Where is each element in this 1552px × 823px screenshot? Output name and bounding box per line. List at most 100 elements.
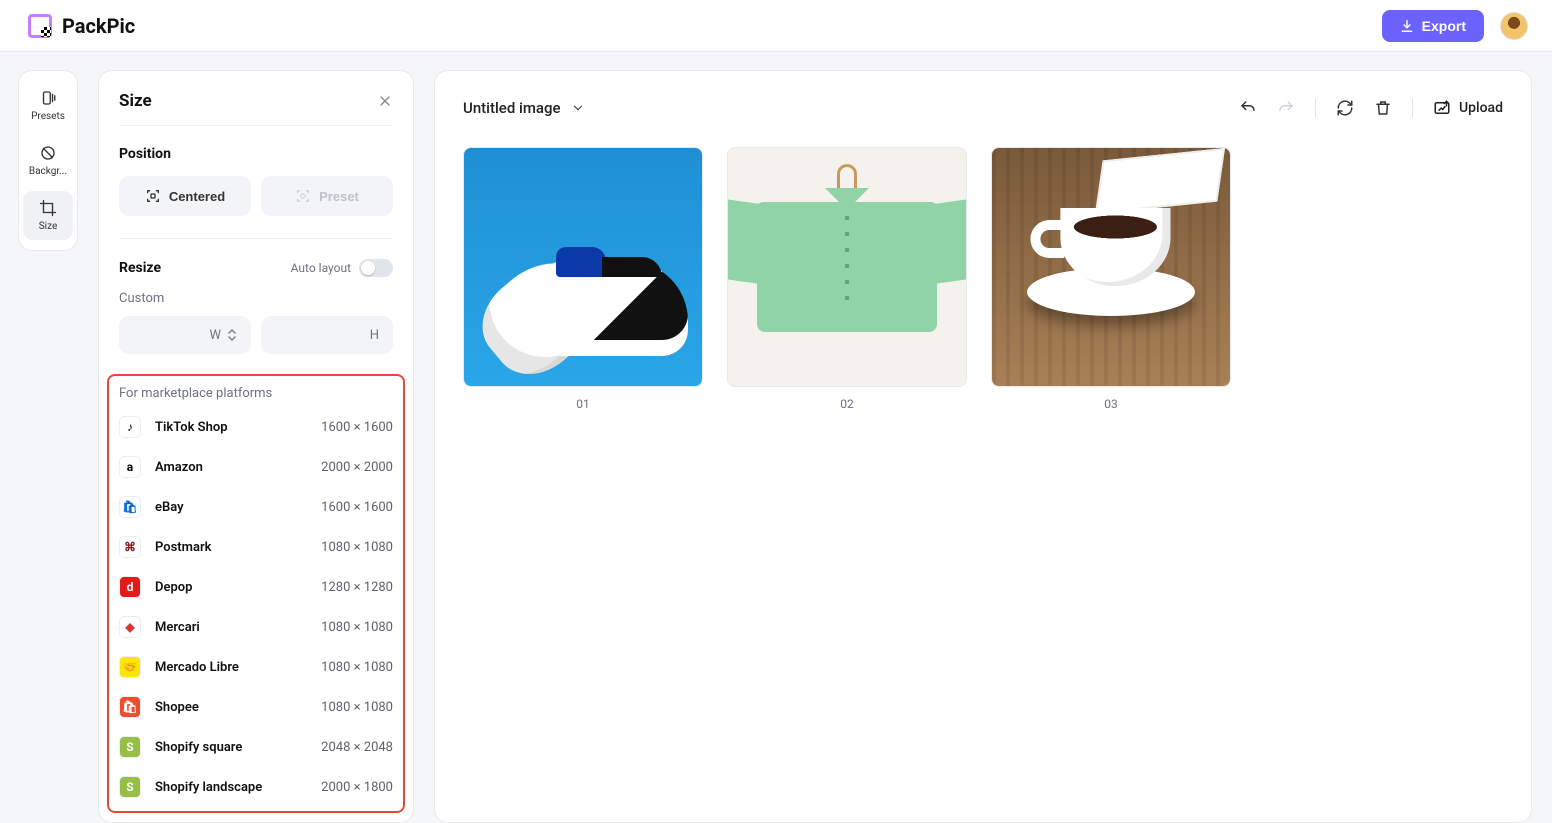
centered-icon	[145, 188, 161, 204]
platform-size: 2000 × 2000	[321, 460, 393, 475]
platform-name: Shopify square	[155, 740, 307, 755]
platform-size: 2048 × 2048	[321, 740, 393, 755]
upload-button[interactable]: Upload	[1433, 99, 1503, 117]
auto-layout-label: Auto layout	[291, 261, 351, 275]
platform-name: Mercari	[155, 620, 307, 635]
platform-icon: 🤝	[119, 656, 141, 678]
redo-button[interactable]	[1277, 99, 1295, 117]
size-panel: Size Position Centered Preset Resize Aut…	[98, 70, 414, 823]
stepper-icon	[227, 328, 237, 342]
rail-label: Presets	[31, 111, 65, 122]
preset-button[interactable]: Preset	[261, 176, 393, 216]
download-icon	[1400, 19, 1414, 33]
trash-icon	[1374, 99, 1392, 117]
marketplace-section: For marketplace platforms ♪ TikTok Shop 16…	[107, 374, 405, 813]
delete-button[interactable]	[1374, 99, 1392, 117]
platform-size: 1080 × 1080	[321, 540, 393, 555]
position-label: Position	[119, 146, 393, 162]
thumbnail-image	[991, 147, 1231, 387]
thumbnail[interactable]: 03	[991, 147, 1231, 411]
platform-icon: a	[119, 456, 141, 478]
rail-item-background[interactable]: Backgr...	[23, 136, 73, 185]
app-header: PackPic Export	[0, 0, 1552, 52]
platform-size: 1080 × 1080	[321, 620, 393, 635]
chevron-down-icon	[571, 101, 585, 115]
platform-icon: 🛍	[119, 696, 141, 718]
marketplace-item[interactable]: S Shopify landscape 2000 × 1800	[119, 767, 393, 807]
redo-icon	[1277, 99, 1295, 117]
height-input[interactable]: H	[261, 316, 393, 354]
resize-label: Resize	[119, 260, 161, 276]
canvas-toolbar: Untitled image	[463, 93, 1503, 123]
marketplace-item[interactable]: ⌘ Postmark 1080 × 1080	[119, 527, 393, 567]
platform-icon: ♪	[119, 416, 141, 438]
background-icon	[39, 144, 57, 162]
image-title: Untitled image	[463, 99, 561, 117]
platform-name: Mercado Libre	[155, 660, 307, 675]
platform-name: Postmark	[155, 540, 307, 555]
rail-label: Backgr...	[29, 166, 67, 177]
logo-icon	[28, 14, 52, 38]
platform-size: 2000 × 1800	[321, 780, 393, 795]
marketplace-item[interactable]: ◆Mercari1080 × 1080	[119, 607, 393, 647]
marketplace-item[interactable]: 🛍 eBay 1600 × 1600	[119, 487, 393, 527]
rail-label: Size	[39, 221, 58, 232]
centered-label: Centered	[169, 189, 225, 204]
marketplace-item[interactable]: ♪ TikTok Shop 1600 × 1600	[119, 407, 393, 447]
platform-icon: d	[119, 576, 141, 598]
thumbnail-row: 01 02 03	[463, 147, 1503, 411]
marketplace-item[interactable]: S Shopify square 2048 × 2048	[119, 727, 393, 767]
platform-icon: ⌘	[119, 536, 141, 558]
custom-label: Custom	[119, 291, 393, 306]
platform-size: 1280 × 1280	[321, 580, 393, 595]
thumbnail[interactable]: 01	[463, 147, 703, 411]
panel-header: Size	[119, 91, 393, 126]
divider	[1412, 99, 1413, 117]
rail-item-presets[interactable]: Presets	[23, 81, 73, 130]
app-name: PackPic	[62, 14, 135, 38]
width-input[interactable]: W	[119, 316, 251, 354]
crop-icon	[39, 199, 57, 217]
platform-name: Depop	[155, 580, 307, 595]
marketplace-title: For marketplace platforms	[119, 386, 393, 401]
image-title-dropdown[interactable]: Untitled image	[463, 99, 585, 117]
platform-name: eBay	[155, 500, 307, 515]
platform-name: Shopify landscape	[155, 780, 307, 795]
upload-label: Upload	[1459, 100, 1503, 116]
marketplace-item[interactable]: 🤝Mercado Libre1080 × 1080	[119, 647, 393, 687]
avatar[interactable]	[1500, 12, 1528, 40]
marketplace-item[interactable]: aAmazon2000 × 2000	[119, 447, 393, 487]
platform-icon: 🛍	[119, 496, 141, 518]
platform-icon: S	[119, 776, 141, 798]
undo-button[interactable]	[1239, 99, 1257, 117]
left-rail: Presets Backgr... Size	[18, 70, 78, 251]
marketplace-item[interactable]: d Depop 1280 × 1280	[119, 567, 393, 607]
auto-layout-toggle[interactable]	[359, 259, 393, 277]
export-button[interactable]: Export	[1382, 10, 1484, 42]
platform-size: 1080 × 1080	[321, 700, 393, 715]
thumbnail-label: 02	[840, 397, 854, 411]
platform-size: 1600 × 1600	[321, 500, 393, 515]
platform-name: TikTok Shop	[155, 420, 307, 435]
export-label: Export	[1422, 18, 1466, 34]
presets-icon	[39, 89, 57, 107]
rail-item-size[interactable]: Size	[23, 191, 73, 240]
w-label: W	[209, 328, 221, 343]
thumbnail-label: 03	[1104, 397, 1118, 411]
centered-button[interactable]: Centered	[119, 176, 251, 216]
thumbnail-image	[727, 147, 967, 387]
platform-size: 1600 × 1600	[321, 420, 393, 435]
canvas-area: Untitled image	[434, 70, 1532, 823]
thumbnail-image	[463, 147, 703, 387]
panel-title: Size	[119, 91, 152, 111]
close-icon[interactable]	[377, 93, 393, 109]
preset-icon	[295, 188, 311, 204]
thumbnail-label: 01	[576, 397, 590, 411]
marketplace-item[interactable]: 🛍Shopee1080 × 1080	[119, 687, 393, 727]
divider	[1315, 99, 1316, 117]
h-label: H	[370, 328, 379, 343]
thumbnail[interactable]: 02	[727, 147, 967, 411]
platform-icon: S	[119, 736, 141, 758]
refresh-button[interactable]	[1336, 99, 1354, 117]
app-logo[interactable]: PackPic	[28, 14, 135, 38]
